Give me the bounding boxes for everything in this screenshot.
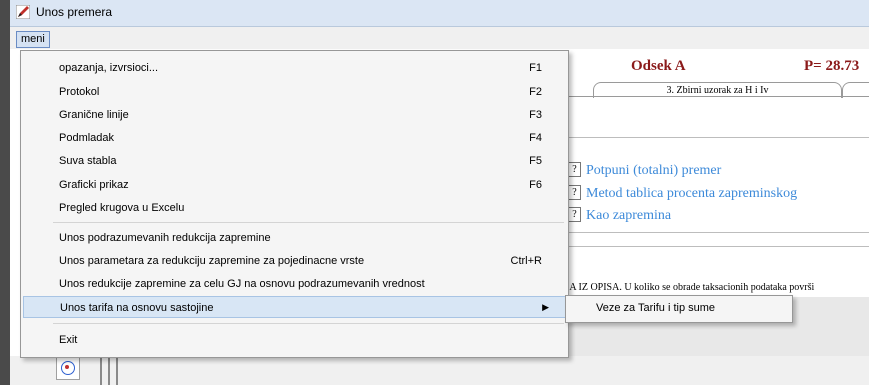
menu-item-suva-stabla[interactable]: Suva stabla F5 bbox=[23, 150, 566, 172]
divider bbox=[567, 246, 869, 247]
pencil-app-icon bbox=[16, 5, 30, 19]
divider bbox=[100, 356, 102, 385]
menu-item-protokol[interactable]: Protokol F2 bbox=[23, 81, 566, 103]
menu-item-graficki-prikaz[interactable]: Graficki prikaz F6 bbox=[23, 174, 566, 196]
divider bbox=[108, 356, 110, 385]
option-potpuni-premer[interactable]: ? Potpuni (totalni) premer bbox=[568, 162, 721, 179]
tab-strip-line bbox=[567, 96, 869, 97]
help-icon[interactable]: ? bbox=[568, 185, 581, 200]
menu-item-granicne-linije[interactable]: Granične linije F3 bbox=[23, 104, 566, 126]
help-icon[interactable]: ? bbox=[568, 162, 581, 177]
menu-item-exit[interactable]: Exit bbox=[23, 329, 566, 351]
divider bbox=[116, 356, 118, 385]
menu-separator bbox=[53, 323, 564, 324]
dropdown-menu: opazanja, izvrsioci... F1 Protokol F2 Gran… bbox=[20, 50, 569, 358]
menu-item-pregled-krugova[interactable]: Pregled krugova u Excelu bbox=[23, 197, 566, 219]
odsek-label: Odsek A bbox=[631, 58, 686, 74]
submenu: Veze za Tarifu i tip sume bbox=[565, 295, 793, 323]
meni-menu-button[interactable]: meni bbox=[16, 31, 50, 48]
divider bbox=[567, 137, 869, 138]
menu-item-podrazumevane-redukcije[interactable]: Unos podrazumevanih redukcija zapremine bbox=[23, 227, 566, 249]
menu-bar: meni bbox=[10, 27, 869, 49]
target-dot bbox=[65, 365, 69, 369]
p-value-label: P= 28.73 bbox=[804, 58, 860, 74]
divider bbox=[567, 232, 869, 233]
option-kao-zapremina[interactable]: ? Kao zapremina bbox=[568, 207, 671, 224]
title-bar: Unos premera bbox=[10, 0, 869, 27]
menu-item-opazanja[interactable]: opazanja, izvrsioci... F1 bbox=[23, 57, 566, 79]
submenu-item-veze-tarifa[interactable]: Veze za Tarifu i tip sume bbox=[596, 302, 715, 314]
help-icon[interactable]: ? bbox=[568, 207, 581, 222]
menu-item-redukcija-cela-gj[interactable]: Unos redukcije zapremine za celu GJ na o… bbox=[23, 273, 566, 295]
menu-item-parametri-redukcije[interactable]: Unos parametara za redukciju zapremine z… bbox=[23, 250, 566, 272]
menu-separator bbox=[53, 222, 564, 223]
target-icon[interactable] bbox=[56, 356, 80, 380]
option-metod-tablica[interactable]: ? Metod tablica procenta zapreminskog bbox=[568, 185, 797, 202]
window-title: Unos premera bbox=[36, 5, 113, 19]
bottom-toolbar bbox=[10, 356, 869, 385]
info-note: IA IZ OPISA. U koliko se obrade taksacio… bbox=[566, 282, 815, 293]
submenu-arrow-icon: ▶ bbox=[542, 302, 549, 312]
window-left-border bbox=[0, 0, 10, 385]
menu-item-podmladak[interactable]: Podmladak F4 bbox=[23, 127, 566, 149]
menu-item-unos-tarifa[interactable]: Unos tarifa na osnovu sastojine ▶ bbox=[23, 296, 566, 318]
